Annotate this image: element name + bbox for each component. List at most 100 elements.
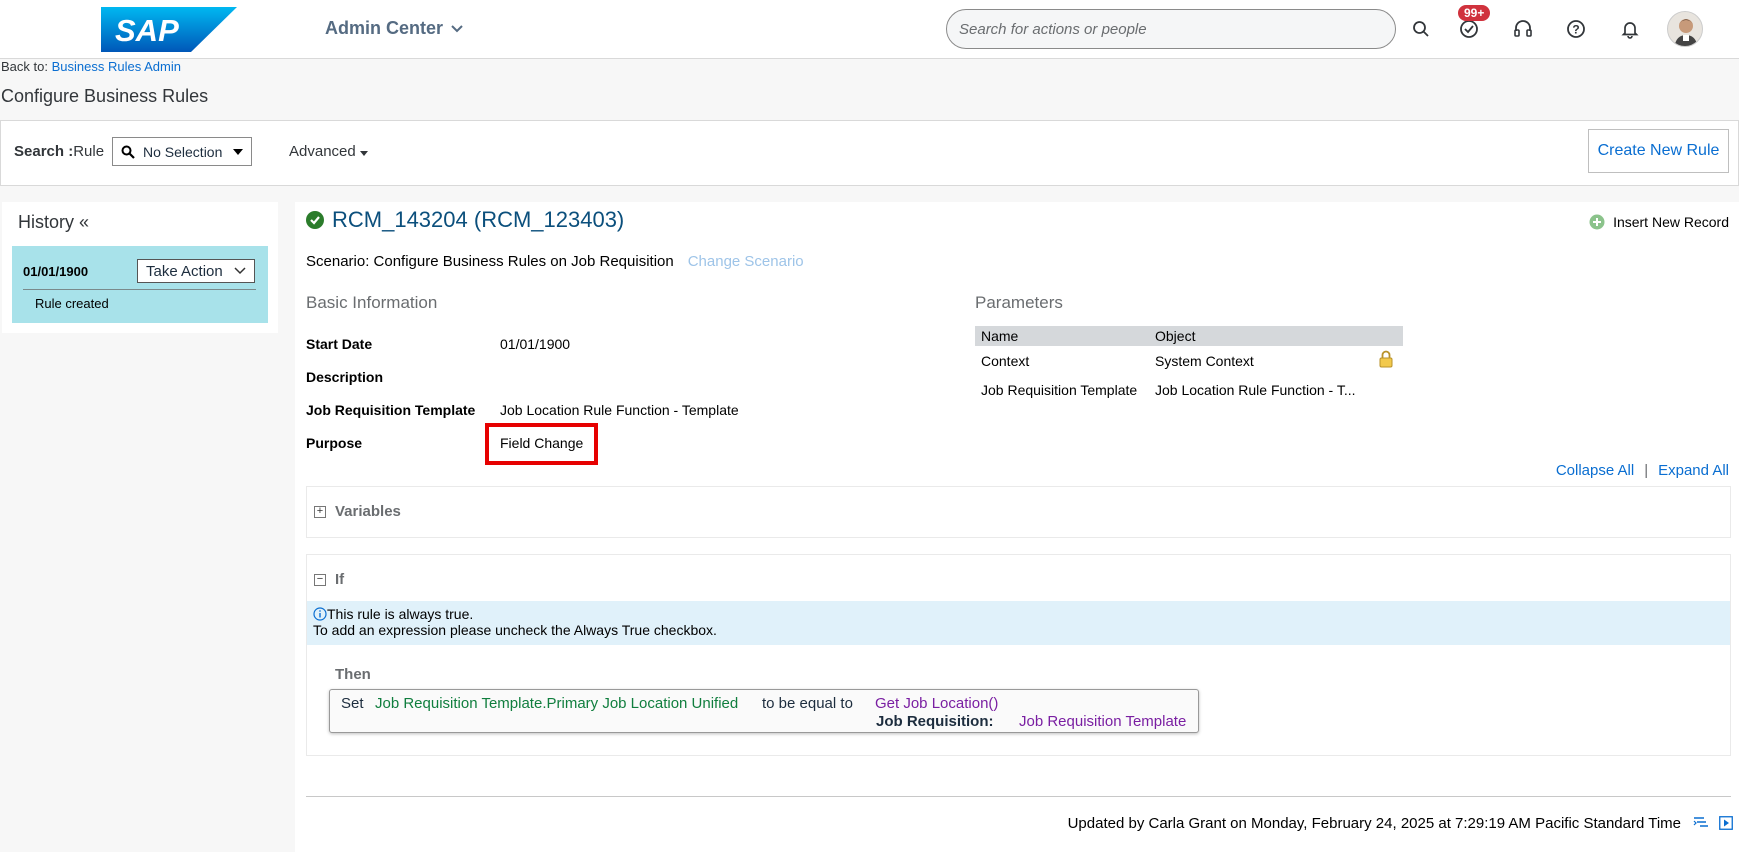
notifications-button[interactable] <box>1615 14 1645 44</box>
support-button[interactable] <box>1508 14 1538 44</box>
param-name: Job Requisition Template <box>981 381 1138 398</box>
expand-icon: + <box>314 505 326 518</box>
page-title: Configure Business Rules <box>1 86 209 106</box>
app-title: Admin Center <box>325 18 444 38</box>
start-date-label: Start Date <box>306 336 373 352</box>
rule-selector[interactable]: No Selection <box>112 137 252 166</box>
then-label: Then <box>335 666 371 683</box>
help-icon: ? <box>1567 20 1585 38</box>
set-word: Set <box>341 695 364 712</box>
logo-text: SAP <box>115 13 179 48</box>
app-title-menu[interactable]: Admin Center <box>325 18 463 39</box>
history-entry: 01/01/1900 Take Action Rule created <box>12 246 268 323</box>
history-entry-note: Rule created <box>35 296 109 311</box>
variables-toggle[interactable]: + Variables <box>314 503 401 520</box>
rule-search-bar: Search :Rule No Selection Advanced Creat… <box>0 120 1739 186</box>
column-header-object: Object <box>1149 326 1373 346</box>
history-collapse-toggle[interactable]: History « <box>18 212 89 233</box>
divider <box>306 796 1731 797</box>
set-expression[interactable]: Set Job Requisition Template.Primary Job… <box>329 689 1199 733</box>
advanced-search-toggle[interactable]: Advanced <box>289 143 368 160</box>
breadcrumb: Back to: Business Rules Admin <box>1 59 181 74</box>
shell-bar: SAP Admin Center 99+ ? <box>0 0 1739 59</box>
scenario-line: Scenario: Configure Business Rules on Jo… <box>306 253 804 270</box>
search-label: Search :Rule <box>14 143 104 160</box>
description-label: Description <box>306 369 384 385</box>
collapse-all-link[interactable]: Collapse All <box>1556 462 1634 479</box>
if-section: − If This rule is always true. To add an… <box>306 554 1731 756</box>
function-param-label: Job Requisition: <box>876 713 994 730</box>
take-action-label: Take Action <box>146 262 223 280</box>
function-name[interactable]: Get Job Location() <box>875 695 998 712</box>
if-label: If <box>335 571 345 588</box>
history-panel: History « 01/01/1900 Take Action Rule cr… <box>2 202 278 333</box>
variables-label: Variables <box>335 503 401 520</box>
bell-icon <box>1621 22 1639 39</box>
always-true-message: This rule is always true. To add an expr… <box>307 601 1730 645</box>
table-header-row: Name Object <box>975 326 1403 346</box>
basic-info-heading: Basic Information <box>306 293 438 312</box>
chevron-down-icon <box>451 24 463 32</box>
table-row: Context System Context <box>975 346 1403 375</box>
breadcrumb-prefix: Back to: <box>1 59 48 74</box>
param-name: Context <box>981 352 1030 369</box>
search-icon <box>1413 21 1429 37</box>
scenario-text: Scenario: Configure Business Rules on Jo… <box>306 253 674 270</box>
search-button[interactable] <box>1406 14 1436 44</box>
operator: to be equal to <box>762 695 853 712</box>
lock-icon <box>1379 350 1393 368</box>
rule-detail-panel: RCM_143204 (RCM_123403) Insert New Recor… <box>295 202 1739 852</box>
function-param-value[interactable]: Job Requisition Template <box>1019 713 1186 730</box>
search-icon <box>121 145 135 159</box>
sap-logo[interactable]: SAP <box>101 7 237 52</box>
change-scenario-link[interactable]: Change Scenario <box>688 253 804 270</box>
change-log-icon[interactable] <box>1693 816 1709 830</box>
play-icon[interactable] <box>1719 816 1733 830</box>
variables-section: + Variables <box>306 486 1731 538</box>
divider <box>23 289 256 290</box>
breadcrumb-link[interactable]: Business Rules Admin <box>52 59 181 74</box>
status-ok-icon <box>306 211 324 229</box>
expand-all-link[interactable]: Expand All <box>1658 462 1729 479</box>
search-label-type: Rule <box>73 143 105 160</box>
caret-down-icon <box>233 148 243 155</box>
separator: | <box>1644 462 1649 479</box>
template-value: Job Location Rule Function - Template <box>500 402 739 418</box>
chevron-down-icon <box>234 267 246 275</box>
rule-title-text: RCM_143204 (RCM_123403) <box>332 207 625 232</box>
history-entry-date: 01/01/1900 <box>23 264 89 279</box>
rule-title: RCM_143204 (RCM_123403) <box>306 207 624 233</box>
parameters-table: Name Object Context System Context Job R… <box>975 326 1403 404</box>
last-updated-text: Updated by Carla Grant on Monday, Februa… <box>1067 815 1681 832</box>
info-line-2: To add an expression please uncheck the … <box>313 622 717 638</box>
global-search[interactable] <box>946 9 1396 49</box>
caret-down-icon <box>359 151 368 156</box>
if-toggle[interactable]: − If <box>314 571 344 588</box>
start-date-value: 01/01/1900 <box>500 336 571 352</box>
collapse-icon: − <box>314 573 326 586</box>
advanced-label: Advanced <box>289 143 356 160</box>
param-object: System Context <box>1155 352 1254 369</box>
param-lock <box>1373 346 1403 375</box>
column-header-lock <box>1373 326 1403 346</box>
table-row: Job Requisition Template Job Location Ru… <box>975 375 1403 404</box>
info-line-1: This rule is always true. <box>327 606 474 622</box>
user-avatar-icon <box>1674 19 1698 46</box>
add-circle-icon <box>1589 214 1605 230</box>
take-action-dropdown[interactable]: Take Action <box>137 259 255 283</box>
parameters-heading: Parameters <box>975 293 1063 312</box>
check-circle-icon <box>1460 20 1478 38</box>
param-object: Job Location Rule Function - T... <box>1155 381 1356 398</box>
search-input[interactable] <box>959 10 1383 48</box>
create-new-rule-button[interactable]: Create New Rule <box>1588 129 1729 173</box>
target-field[interactable]: Job Requisition Template.Primary Job Loc… <box>375 695 738 712</box>
info-icon <box>313 607 327 621</box>
avatar[interactable] <box>1667 11 1703 47</box>
insert-new-record-label: Insert New Record <box>1613 214 1729 230</box>
search-label-bold: Search : <box>14 143 74 160</box>
insert-new-record-button[interactable]: Insert New Record <box>1589 214 1729 230</box>
tree-controls: Collapse All | Expand All <box>1556 462 1729 479</box>
headset-icon <box>1514 20 1532 37</box>
highlight-box <box>485 423 598 465</box>
help-button[interactable]: ? <box>1561 14 1591 44</box>
